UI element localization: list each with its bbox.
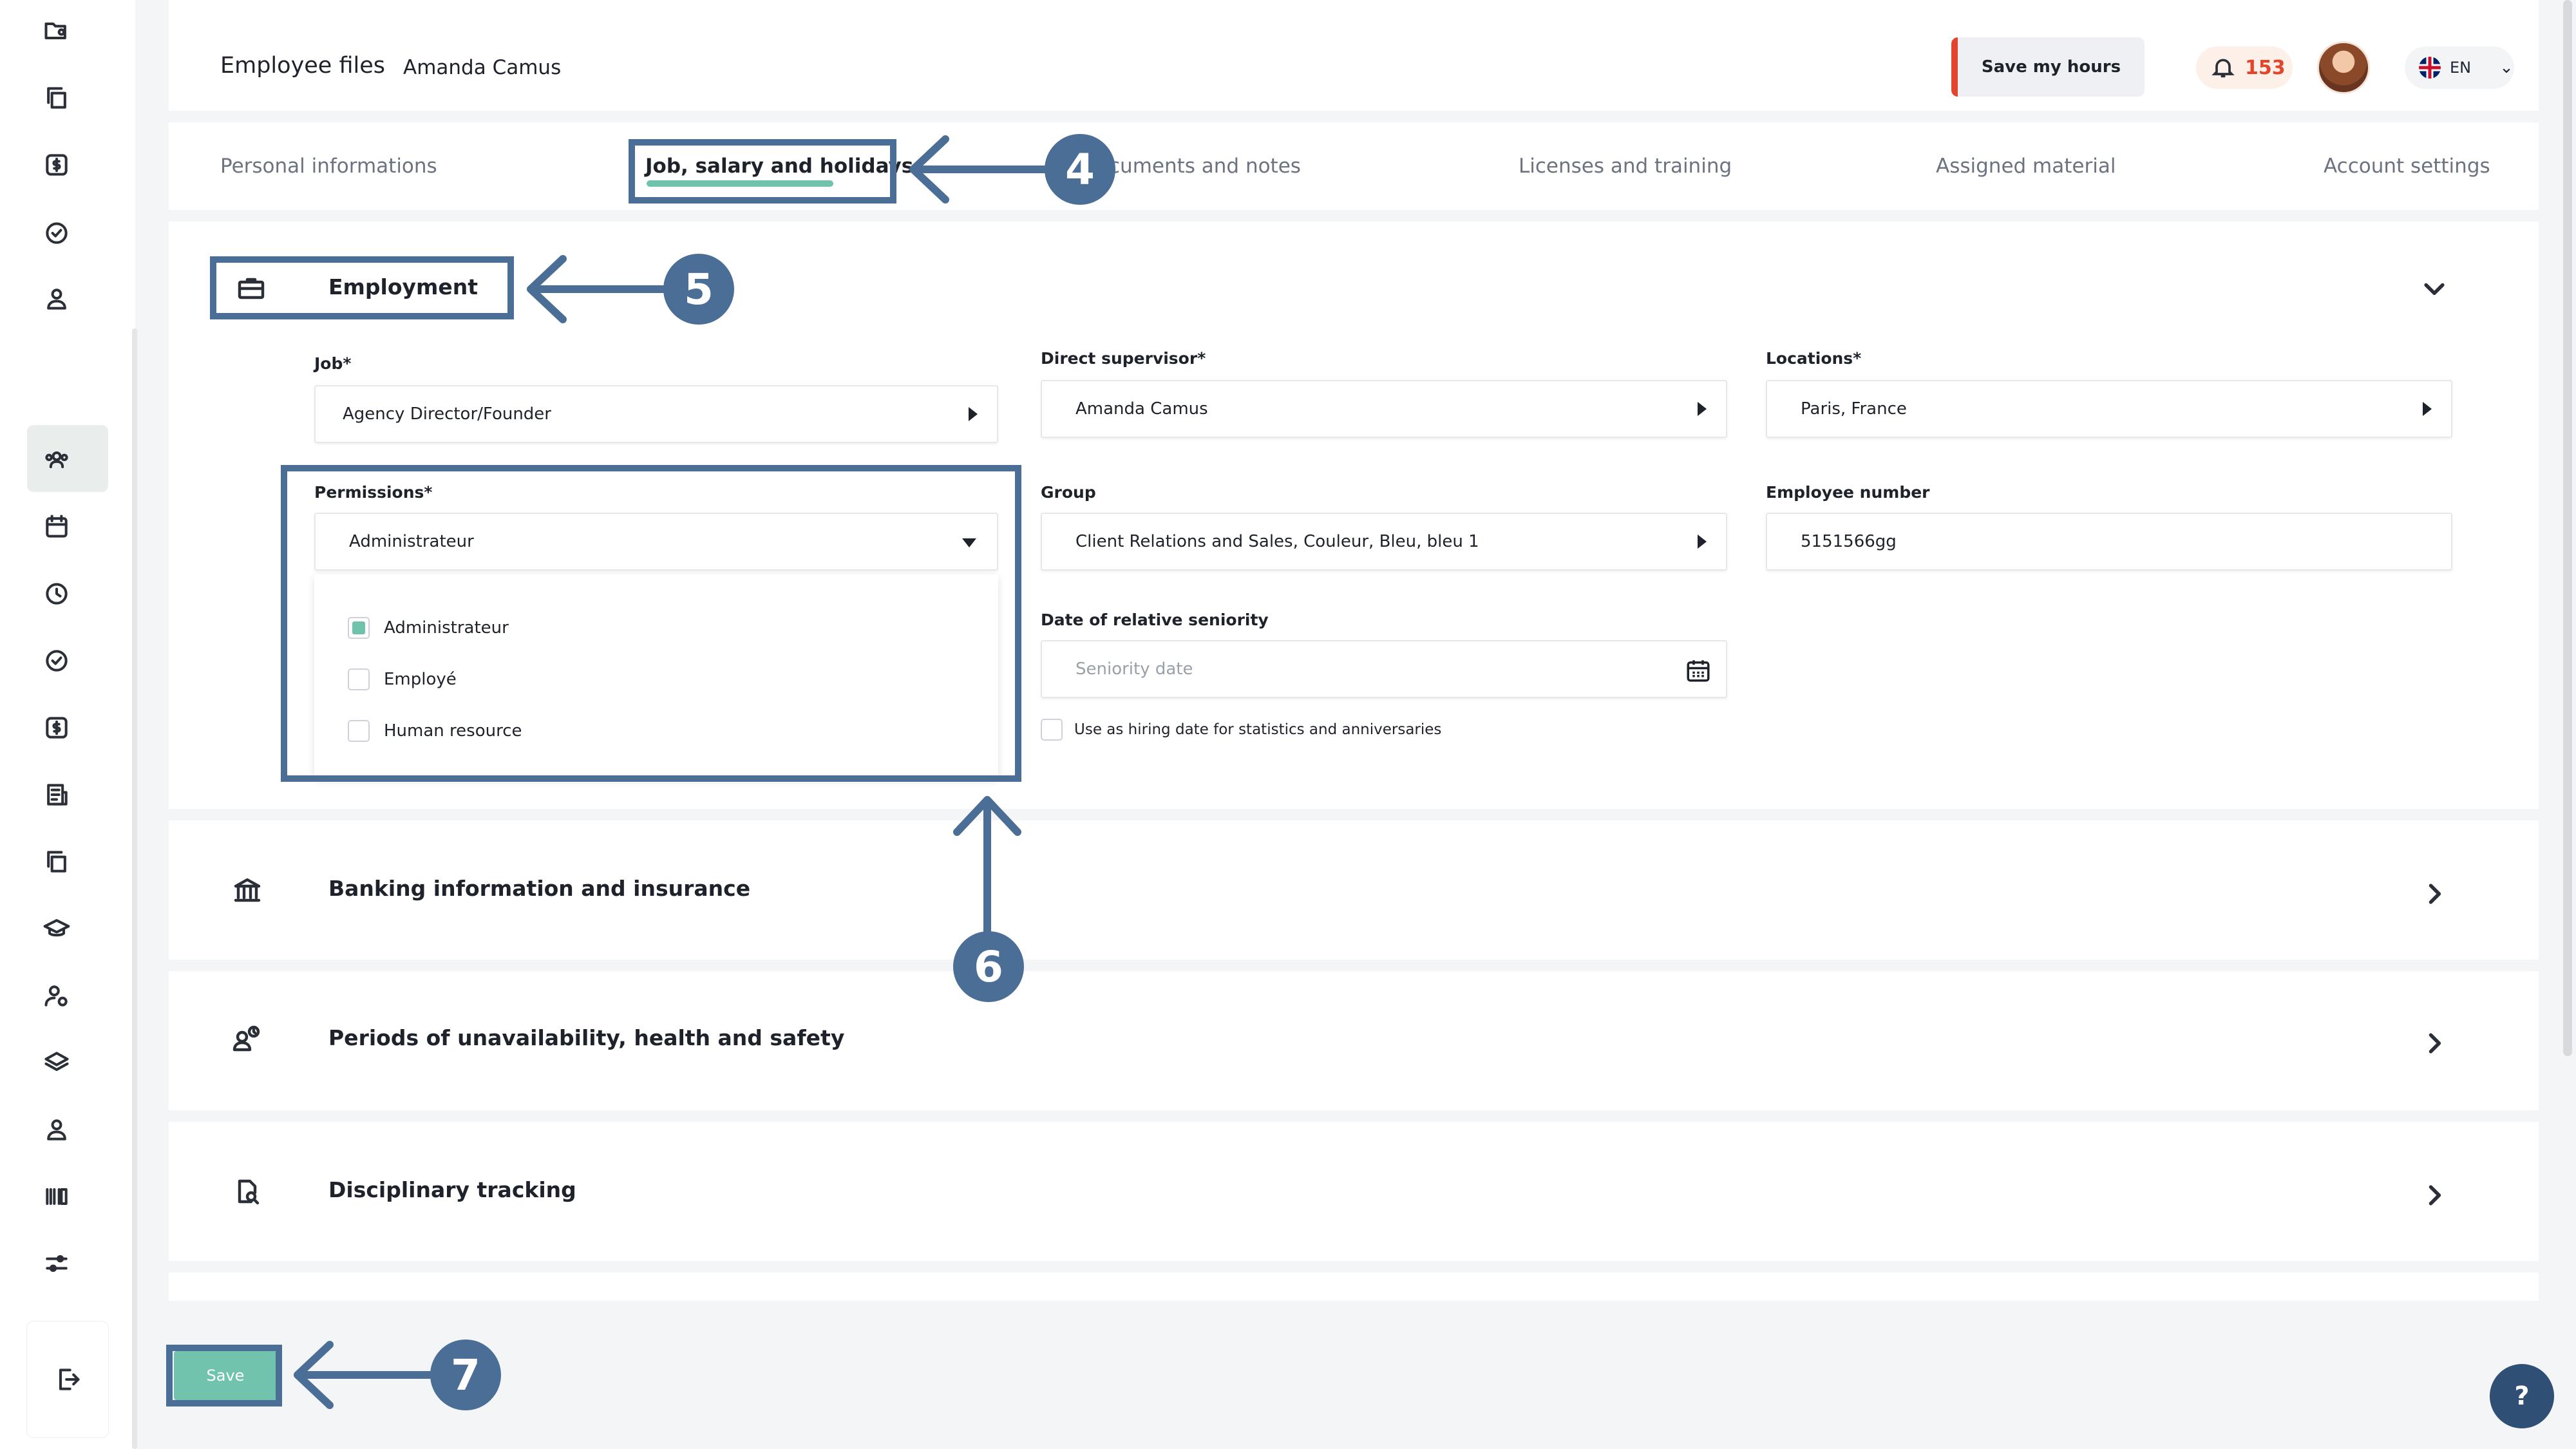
annotation-highlight-employment bbox=[210, 256, 514, 319]
hiring-date-checkbox[interactable] bbox=[1041, 719, 1063, 741]
notification-count: 153 bbox=[2245, 56, 2286, 79]
annotation-arrow-up-icon bbox=[953, 796, 1021, 935]
barcode-icon[interactable] bbox=[37, 1177, 76, 1216]
unavailability-section[interactable]: Periods of unavailability, health and sa… bbox=[169, 971, 2539, 1110]
chevron-right-icon[interactable] bbox=[2416, 1025, 2452, 1061]
supervisor-select[interactable]: Amanda Camus bbox=[1041, 380, 1727, 438]
employee-number-value: 5151566gg bbox=[1801, 532, 1897, 551]
copy-files-icon[interactable] bbox=[37, 842, 76, 881]
page-title: Employee files bbox=[220, 53, 386, 79]
notifications-button[interactable]: 153 bbox=[2196, 46, 2293, 89]
tab-assigned-material[interactable]: Assigned material bbox=[1936, 155, 2116, 178]
hiring-date-checkbox-row[interactable]: Use as hiring date for statistics and an… bbox=[1041, 719, 1441, 741]
supervisor-value: Amanda Camus bbox=[1075, 399, 1208, 419]
supervisor-label: Direct supervisor* bbox=[1041, 349, 1206, 368]
chevron-right-icon[interactable] bbox=[2416, 876, 2452, 912]
bank-icon bbox=[229, 872, 265, 908]
layers-icon[interactable] bbox=[37, 1043, 76, 1082]
top-header: Employee files Amanda Camus Save my hour… bbox=[169, 0, 2539, 111]
chevron-down-icon: ⌄ bbox=[2499, 58, 2514, 77]
next-section-edge bbox=[169, 1273, 2539, 1301]
job-select[interactable]: Agency Director/Founder bbox=[314, 385, 998, 443]
caret-right-icon bbox=[1698, 402, 1707, 416]
uk-flag-icon bbox=[2419, 57, 2441, 79]
save-my-hours-button[interactable]: Save my hours bbox=[1951, 37, 2145, 97]
tab-licenses-training[interactable]: Licenses and training bbox=[1519, 155, 1732, 178]
user-icon[interactable] bbox=[37, 1110, 76, 1149]
caret-right-icon bbox=[1698, 535, 1707, 549]
seniority-date-input[interactable]: Seniority date bbox=[1041, 640, 1727, 698]
clock-icon[interactable] bbox=[37, 574, 76, 613]
bell-icon bbox=[2211, 59, 2235, 78]
job-value: Agency Director/Founder bbox=[343, 404, 551, 424]
document-list-icon[interactable] bbox=[37, 775, 76, 814]
annotation-arrow-left-icon bbox=[294, 1341, 437, 1409]
step-badge-7: 7 bbox=[430, 1340, 501, 1410]
banking-section[interactable]: Banking information and insurance bbox=[169, 820, 2539, 960]
step-badge-6: 6 bbox=[953, 931, 1024, 1002]
locations-label: Locations* bbox=[1766, 349, 1862, 368]
folder-user-icon[interactable] bbox=[37, 12, 76, 50]
graduation-cap-icon[interactable] bbox=[37, 909, 76, 948]
logout-icon[interactable] bbox=[48, 1360, 87, 1399]
annotation-highlight-save bbox=[166, 1345, 282, 1406]
tab-account-settings[interactable]: Account settings bbox=[2324, 155, 2490, 178]
seniority-label: Date of relative seniority bbox=[1041, 611, 1269, 629]
employee-number-input[interactable]: 5151566gg bbox=[1766, 513, 2452, 571]
tab-personal-informations[interactable]: Personal informations bbox=[220, 155, 437, 178]
sliders-icon[interactable] bbox=[37, 1244, 76, 1283]
locations-value: Paris, France bbox=[1801, 399, 1907, 419]
document-search-icon bbox=[229, 1173, 265, 1209]
employee-name: Amanda Camus bbox=[403, 56, 562, 79]
employee-number-label: Employee number bbox=[1766, 483, 1930, 502]
step-badge-4: 4 bbox=[1045, 134, 1115, 205]
banking-title: Banking information and insurance bbox=[328, 876, 751, 901]
hiring-date-label: Use as hiring date for statistics and an… bbox=[1074, 721, 1442, 738]
sidebar-scrollbar[interactable] bbox=[132, 328, 137, 1449]
team-icon[interactable] bbox=[37, 440, 76, 479]
group-value: Client Relations and Sales, Couleur, Ble… bbox=[1075, 532, 1479, 551]
seniority-placeholder: Seniority date bbox=[1075, 659, 1193, 679]
calendar-icon[interactable] bbox=[1685, 657, 1712, 684]
annotation-highlight-permissions bbox=[281, 465, 1021, 782]
sidebar bbox=[0, 0, 137, 1449]
user-clock-icon bbox=[229, 1021, 265, 1057]
dollar-icon[interactable] bbox=[37, 146, 76, 184]
check-circle-icon[interactable] bbox=[37, 214, 76, 252]
step-badge-5: 5 bbox=[663, 254, 734, 325]
caret-right-icon bbox=[969, 407, 978, 421]
disciplinary-section[interactable]: Disciplinary tracking bbox=[169, 1122, 2539, 1261]
locations-select[interactable]: Paris, France bbox=[1766, 380, 2452, 438]
job-label: Job* bbox=[314, 354, 352, 373]
help-button[interactable]: ? bbox=[2490, 1364, 2554, 1428]
tab-documents-notes[interactable]: cuments and notes bbox=[1109, 155, 1301, 178]
language-selector[interactable]: EN ⌄ bbox=[2405, 46, 2514, 89]
tab-bar: Personal informations Job, salary and ho… bbox=[169, 122, 2539, 210]
copy-files-icon[interactable] bbox=[37, 79, 76, 117]
group-label: Group bbox=[1041, 483, 1096, 502]
dollar-icon[interactable] bbox=[37, 708, 76, 747]
language-code: EN bbox=[2450, 59, 2472, 77]
unavailability-title: Periods of unavailability, health and sa… bbox=[328, 1025, 845, 1050]
chevron-right-icon[interactable] bbox=[2416, 1177, 2452, 1213]
check-circle-icon[interactable] bbox=[37, 641, 76, 680]
calendar-icon[interactable] bbox=[37, 507, 76, 546]
avatar[interactable] bbox=[2317, 41, 2370, 94]
caret-right-icon bbox=[2423, 402, 2432, 416]
group-select[interactable]: Client Relations and Sales, Couleur, Ble… bbox=[1041, 513, 1727, 571]
page-scrollbar[interactable] bbox=[2563, 0, 2572, 1056]
disciplinary-title: Disciplinary tracking bbox=[328, 1177, 576, 1202]
annotation-arrow-left-icon bbox=[909, 135, 1052, 204]
chevron-down-icon[interactable] bbox=[2416, 270, 2452, 307]
user-icon[interactable] bbox=[37, 279, 76, 318]
user-settings-icon[interactable] bbox=[37, 976, 76, 1015]
annotation-highlight-tab bbox=[629, 139, 896, 204]
annotation-arrow-left-icon bbox=[527, 255, 670, 323]
